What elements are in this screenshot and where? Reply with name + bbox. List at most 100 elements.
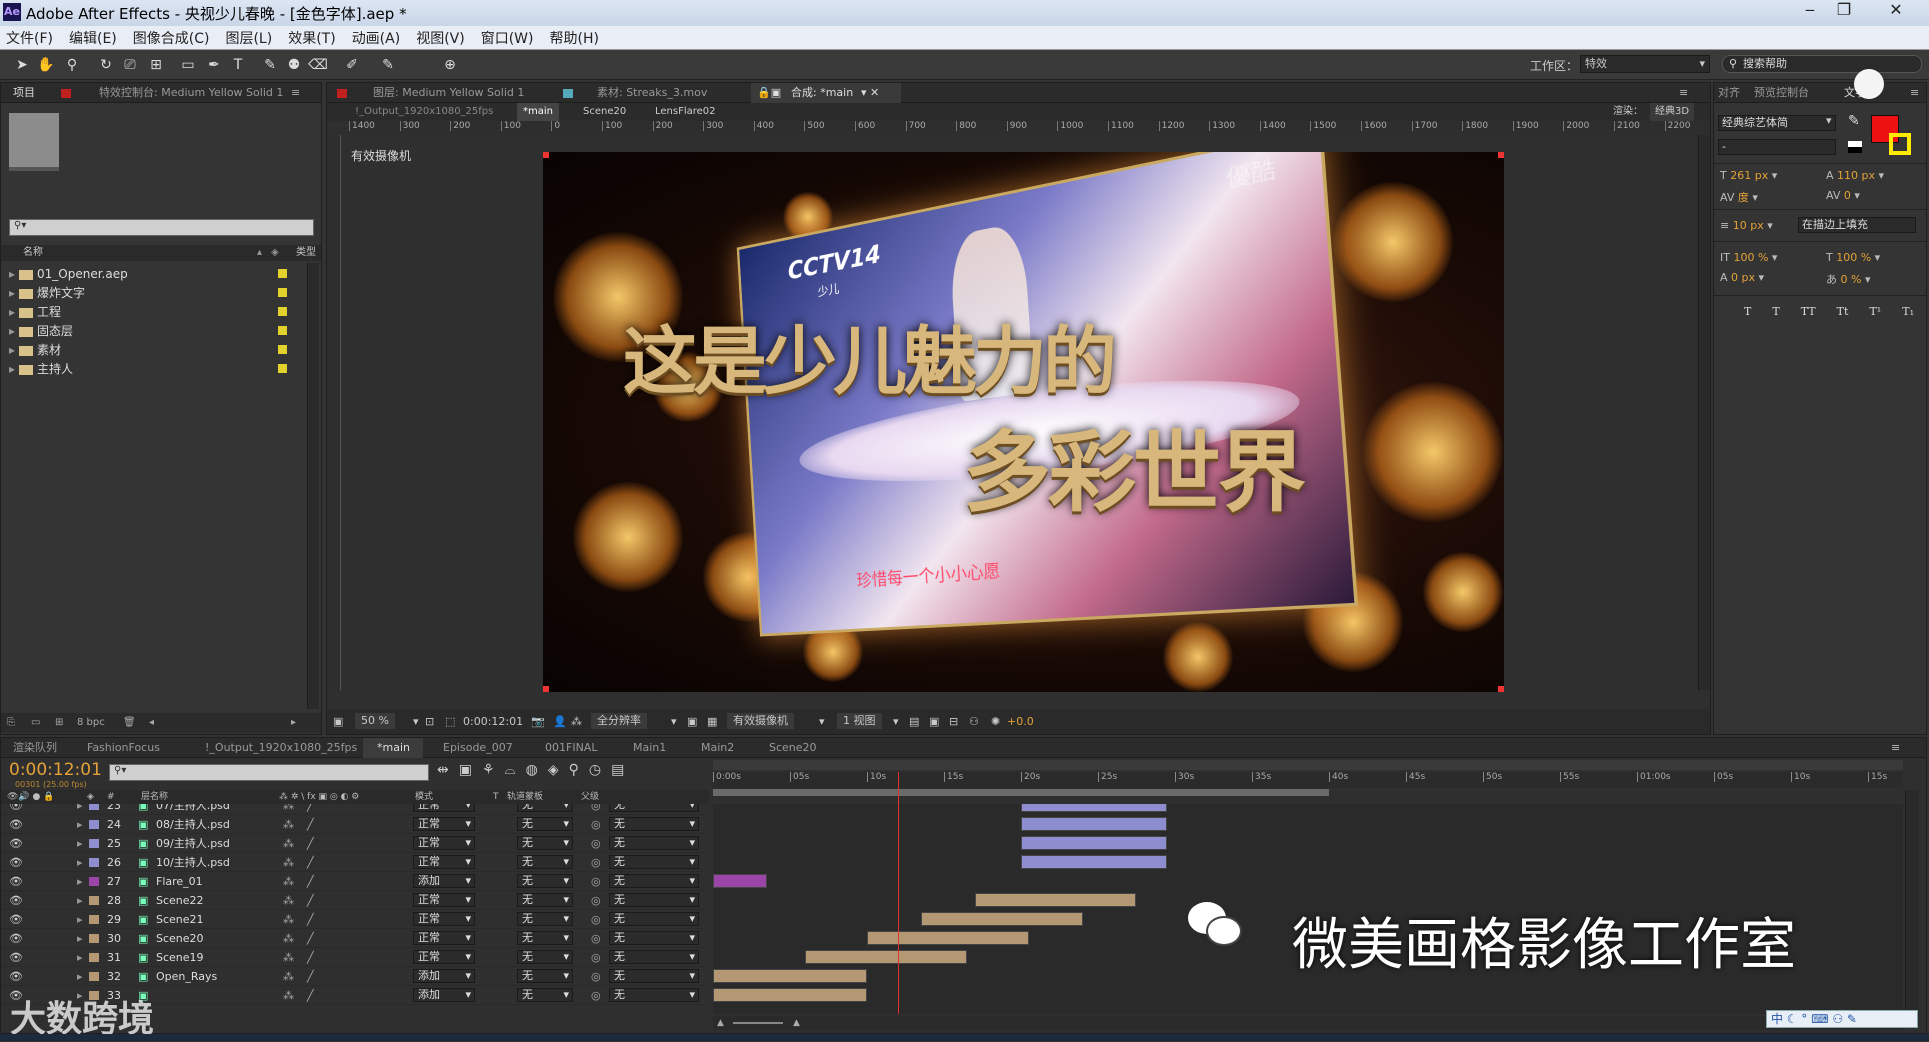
label-color-swatch[interactable] [278,326,287,335]
flowchart-icon[interactable]: ⚇ [969,709,979,734]
zoom-slider[interactable] [733,1022,783,1024]
track-matte-select[interactable]: 无 ▾ [517,931,573,945]
composition-viewer[interactable]: CCTV14 少儿 珍惜每一个小小心愿 優酷 这是少儿魅力的 多彩世界 [543,152,1504,692]
expand-triangle-icon[interactable]: ▸ [9,322,19,340]
layer-duration-bar[interactable] [1021,804,1168,812]
timeline-scrollbar[interactable] [1905,790,1919,1020]
shy-switch-icon[interactable]: ⁂ [283,929,294,948]
layer-duration-bar[interactable] [1021,836,1168,850]
pick-whip-icon[interactable]: ◎ [591,815,601,834]
layer-row[interactable]: 👁 ▸ 26 ▣ 10/主持人.psd ⁂ ╱ 正常 ▾ 无 ▾ ◎ 无 ▾ [1,853,709,872]
quality-switch-icon[interactable]: ╱ [307,853,314,872]
project-item[interactable]: ▸ 爆炸文字 [9,284,85,302]
layer-duration-bar[interactable] [867,931,1029,945]
eye-icon[interactable]: 👁 [9,929,23,948]
shy-switch-icon[interactable]: ⁂ [283,910,294,929]
blend-mode-select[interactable]: 正常 ▾ [413,817,475,831]
tab-effect-controls[interactable]: 特效控制台: Medium Yellow Solid 1 [99,83,283,103]
expand-triangle-icon[interactable]: ▸ [9,303,19,321]
layer-duration-bar[interactable] [1021,855,1168,869]
tab-comp[interactable]: Scene20 [769,738,817,758]
pick-whip-icon[interactable]: ◎ [591,891,601,910]
horizontal-scale-control[interactable]: T 100 % ▾ [1826,251,1880,264]
quality-switch-icon[interactable]: ╱ [307,986,314,1005]
tab-comp[interactable]: Episode_007 [443,738,513,758]
expand-triangle-icon[interactable]: ▸ [9,341,19,359]
breadcrumb-lensflare[interactable]: LensFlare02 [655,103,716,121]
pick-whip-icon[interactable]: ◎ [591,910,601,929]
layer-duration-bar[interactable] [713,988,867,1002]
parent-select[interactable]: 无 ▾ [609,817,699,831]
layer-name[interactable]: 09/主持人.psd [156,834,230,853]
quality-switch-icon[interactable]: ╱ [307,967,314,986]
menu-layer[interactable]: 图层(L) [225,28,272,48]
label-color-swatch[interactable] [89,953,99,962]
parent-select[interactable]: 无 ▾ [609,893,699,907]
layer-duration-bar[interactable] [1021,817,1168,831]
chevron-down-icon[interactable]: ▾ [819,709,825,734]
blend-mode-select[interactable]: 正常 ▾ [413,931,475,945]
vertical-ruler[interactable] [327,135,341,690]
quality-switch-icon[interactable]: ╱ [307,815,314,834]
shy-switch-icon[interactable]: ⁂ [283,872,294,891]
layer-row[interactable]: 👁 ▸ 25 ▣ 09/主持人.psd ⁂ ╱ 正常 ▾ 无 ▾ ◎ 无 ▾ [1,834,709,853]
local-axis-icon[interactable]: ⊕ [440,55,460,75]
menu-edit[interactable]: 编辑(E) [69,28,117,48]
parent-select[interactable]: 无 ▾ [609,836,699,850]
panel-menu-icon[interactable]: ≡ [1679,83,1688,103]
always-preview-icon[interactable]: ▣ [333,709,343,734]
project-item[interactable]: ▸ 主持人 [9,360,73,378]
type-tool-icon[interactable]: T [228,55,248,75]
show-snapshot-icon[interactable]: 👤 [553,709,567,734]
corner-handle[interactable] [543,152,549,158]
track-matte-select[interactable]: 无 ▾ [517,874,573,888]
sort-icon[interactable]: ▴ [257,245,262,261]
parent-select[interactable]: 无 ▾ [609,912,699,926]
quality-switch-icon[interactable]: ╱ [307,891,314,910]
new-comp-icon[interactable]: ⊞ [55,713,63,733]
track-matte-select[interactable]: 无 ▾ [517,988,573,1002]
shy-switch-icon[interactable]: ⁂ [283,834,294,853]
blend-mode-select[interactable]: 正常 ▾ [413,836,475,850]
chevron-down-icon[interactable]: ▾ [671,709,677,734]
toggle-pixel-aspect-icon[interactable]: ▤ [909,709,919,734]
draft-3d-icon[interactable]: ▣ [459,762,472,782]
breadcrumb-scene20[interactable]: Scene20 [583,103,626,121]
mask-toggle-icon[interactable]: ⬚ [445,709,455,734]
tab-comp[interactable]: 001FINAL [545,738,597,758]
eye-icon[interactable]: 👁 [9,834,23,853]
menu-effect[interactable]: 效果(T) [288,28,335,48]
shy-layers-icon[interactable]: ⚘ [482,762,495,782]
eye-icon[interactable]: 👁 [9,804,23,815]
layer-duration-bar[interactable] [713,874,767,888]
layer-duration-bar[interactable] [974,893,1137,907]
panel-menu-icon[interactable]: ≡ [291,83,300,103]
blend-mode-select[interactable]: 正常 ▾ [413,855,475,869]
faux-italic-button[interactable]: T [1772,305,1779,318]
tab-footage[interactable]: 素材: Streaks_3.mov [597,83,707,103]
tab-project[interactable]: 项目 [13,83,35,103]
layer-name[interactable]: Scene22 [156,891,204,910]
baseline-shift-control[interactable]: A 0 px ▾ [1720,271,1764,284]
zoom-in-icon[interactable]: ▲ [793,1016,800,1030]
pan-behind-tool-icon[interactable]: ⊞ [146,55,166,75]
parent-select[interactable]: 无 ▾ [609,855,699,869]
eye-icon[interactable]: 👁 [9,853,23,872]
layer-row[interactable]: 👁 ▸ 29 ▣ Scene21 ⁂ ╱ 正常 ▾ 无 ▾ ◎ 无 ▾ [1,910,709,929]
tab-align[interactable]: 对齐 [1718,83,1740,103]
stroke-width-control[interactable]: ≡ 10 px ▾ [1720,219,1773,232]
parent-select[interactable]: 无 ▾ [609,804,699,812]
tab-layer[interactable]: 图层: Medium Yellow Solid 1 [373,83,524,103]
pick-whip-icon[interactable]: ◎ [591,986,601,1005]
shy-switch-icon[interactable]: ⁂ [283,891,294,910]
horizontal-ruler[interactable]: 1400 300 200 100 0 100 200 300 400 500 600 700 800 90… [345,121,1710,135]
menu-view[interactable]: 视图(V) [416,28,465,48]
interpret-footage-icon[interactable]: ⎘ [7,713,15,733]
shy-switch-icon[interactable]: ⁂ [283,948,294,967]
label-color-swatch[interactable] [89,820,99,829]
layer-row[interactable]: 👁 ▸ 28 ▣ Scene22 ⁂ ╱ 正常 ▾ 无 ▾ ◎ 无 ▾ [1,891,709,910]
column-parent[interactable]: 父级 [581,790,599,804]
layer-row[interactable]: 👁 ▸ 32 ▣ Open_Rays ⁂ ╱ 添加 ▾ 无 ▾ ◎ 无 ▾ [1,967,709,986]
breadcrumb-main[interactable]: *main [517,103,559,121]
motion-blur-icon[interactable]: ◍ [526,762,538,782]
